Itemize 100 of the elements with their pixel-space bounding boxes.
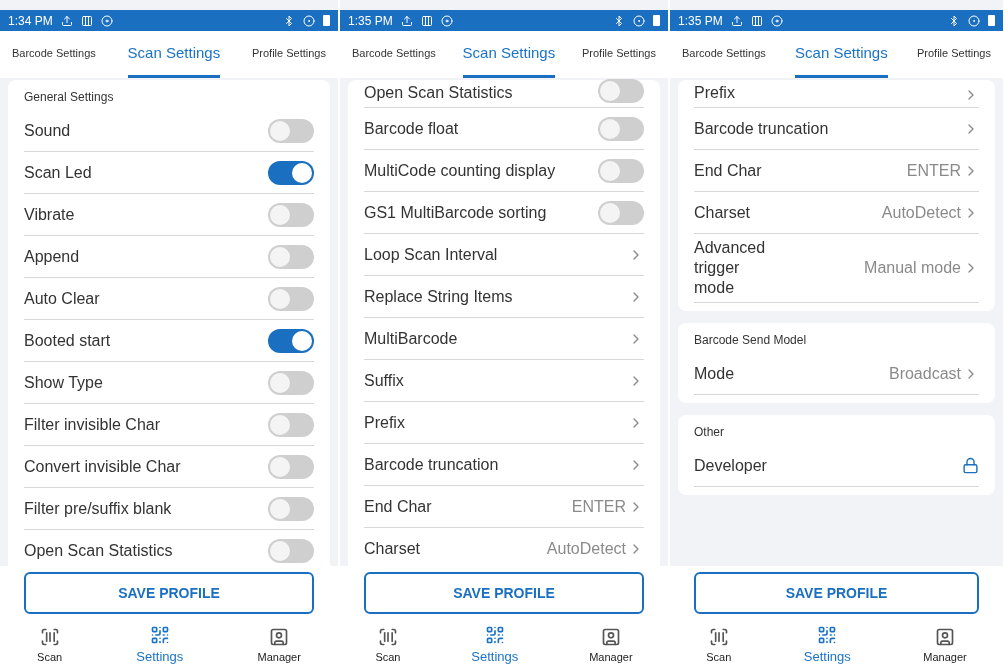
circle-dot-icon bbox=[968, 14, 980, 27]
nav-item[interactable]: Scan bbox=[37, 626, 63, 666]
row-label: End Char bbox=[364, 496, 432, 517]
settings-row[interactable]: Barcode truncation bbox=[694, 108, 979, 150]
row-label: Barcode float bbox=[364, 118, 459, 139]
settings-row[interactable]: Filter invisible Char bbox=[24, 404, 314, 446]
toggle-switch[interactable] bbox=[268, 496, 314, 521]
settings-row[interactable]: Prefix bbox=[694, 80, 979, 108]
row-label: Open Scan Statistics bbox=[24, 540, 173, 561]
toggle-switch[interactable] bbox=[598, 158, 644, 183]
toggle-switch[interactable] bbox=[268, 202, 314, 227]
settings-row[interactable]: Barcode float bbox=[364, 108, 644, 150]
nav-item[interactable]: Manager bbox=[589, 626, 633, 666]
settings-row[interactable]: Booted start bbox=[24, 320, 314, 362]
bluetooth-icon bbox=[613, 14, 625, 27]
toggle-switch[interactable] bbox=[268, 412, 314, 437]
tab[interactable]: Profile Settings bbox=[582, 31, 656, 78]
battery-icon bbox=[323, 15, 330, 26]
tab[interactable]: Profile Settings bbox=[252, 31, 326, 78]
nav-item[interactable]: Scan bbox=[706, 626, 732, 666]
toggle-switch[interactable] bbox=[598, 200, 644, 225]
toggle-switch[interactable] bbox=[268, 454, 314, 479]
nav-item[interactable]: Settings bbox=[471, 625, 519, 667]
save-profile-button[interactable]: SAVE PROFILE bbox=[694, 572, 979, 614]
row-label: GS1 MultiBarcode sorting bbox=[364, 202, 547, 223]
settings-row[interactable]: Developer bbox=[694, 445, 979, 487]
save-profile-button[interactable]: SAVE PROFILE bbox=[24, 572, 314, 614]
grid-icon bbox=[420, 14, 433, 27]
toggle-switch[interactable] bbox=[268, 118, 314, 143]
nav-item[interactable]: Manager bbox=[257, 626, 301, 666]
qr-code-icon bbox=[484, 625, 505, 646]
notification-icon bbox=[770, 14, 783, 27]
row-label: Booted start bbox=[24, 330, 111, 351]
nav-item[interactable]: Settings bbox=[136, 625, 184, 667]
settings-row[interactable]: Suffix bbox=[364, 360, 644, 402]
circle-dot-icon bbox=[633, 14, 645, 27]
toggle-switch[interactable] bbox=[598, 79, 644, 103]
battery-icon bbox=[988, 15, 995, 26]
qr-code-icon bbox=[149, 625, 170, 646]
row-value: AutoDetect bbox=[546, 538, 626, 559]
status-time: 1:35 PM bbox=[678, 12, 723, 30]
row-label: Charset bbox=[694, 202, 751, 223]
toggle-switch[interactable] bbox=[268, 286, 314, 311]
settings-row[interactable]: Vibrate bbox=[24, 194, 314, 236]
settings-row[interactable]: Barcode truncation bbox=[364, 444, 644, 486]
settings-row[interactable]: End Char ENTER bbox=[364, 486, 644, 528]
notification-icon bbox=[100, 14, 113, 27]
row-label: Scan Led bbox=[24, 162, 92, 183]
row-label: Replace String Items bbox=[364, 286, 513, 307]
row-value: ENTER bbox=[906, 160, 961, 181]
settings-row[interactable]: Scan Led bbox=[24, 152, 314, 194]
contact-card-icon bbox=[600, 626, 621, 647]
upload-icon bbox=[60, 14, 73, 27]
toggle-switch[interactable] bbox=[268, 244, 314, 269]
tab[interactable]: Barcode Settings bbox=[12, 31, 96, 78]
settings-row[interactable]: Sound bbox=[24, 110, 314, 152]
bluetooth-icon bbox=[948, 14, 960, 27]
settings-row[interactable]: Charset AutoDetect bbox=[694, 192, 979, 234]
settings-row[interactable]: Replace String Items bbox=[364, 276, 644, 318]
toggle-switch[interactable] bbox=[268, 328, 314, 353]
settings-row[interactable]: MultiCode counting display bbox=[364, 150, 644, 192]
nav-item[interactable]: Settings bbox=[803, 625, 851, 667]
row-label: Charset bbox=[364, 538, 421, 559]
settings-row[interactable]: Mode Broadcast bbox=[694, 353, 979, 395]
barcode-icon bbox=[708, 626, 729, 647]
section-title: Barcode Send Model bbox=[694, 332, 808, 349]
tab[interactable]: Barcode Settings bbox=[682, 31, 766, 78]
toggle-switch[interactable] bbox=[268, 160, 314, 185]
toggle-switch[interactable] bbox=[268, 538, 314, 563]
row-label: Loop Scan Interval bbox=[364, 244, 498, 265]
row-label: Barcode truncation bbox=[694, 118, 829, 139]
nav-item[interactable]: Scan bbox=[375, 626, 401, 666]
settings-row[interactable]: Open Scan Statistics bbox=[364, 80, 644, 108]
settings-row[interactable]: Auto Clear bbox=[24, 278, 314, 320]
settings-row[interactable]: Append bbox=[24, 236, 314, 278]
settings-row[interactable]: GS1 MultiBarcode sorting bbox=[364, 192, 644, 234]
tab[interactable]: Barcode Settings bbox=[352, 31, 436, 78]
row-label: Filter invisible Char bbox=[24, 414, 161, 435]
settings-row[interactable]: Filter pre/suffix blank bbox=[24, 488, 314, 530]
settings-row[interactable]: Loop Scan Interval bbox=[364, 234, 644, 276]
grid-icon bbox=[750, 14, 763, 27]
row-label: MultiBarcode bbox=[364, 328, 458, 349]
row-value: Manual mode bbox=[864, 258, 961, 278]
tab[interactable]: Profile Settings bbox=[917, 31, 991, 78]
row-label: Prefix bbox=[364, 412, 405, 433]
row-value: AutoDetect bbox=[881, 202, 961, 223]
save-profile-button[interactable]: SAVE PROFILE bbox=[364, 572, 644, 614]
toggle-switch[interactable] bbox=[268, 370, 314, 395]
toggle-switch[interactable] bbox=[598, 116, 644, 141]
settings-row[interactable]: Show Type bbox=[24, 362, 314, 404]
lock-icon bbox=[962, 457, 979, 474]
row-label: Open Scan Statistics bbox=[364, 83, 513, 103]
status-time: 1:35 PM bbox=[348, 12, 393, 30]
settings-row[interactable]: MultiBarcode bbox=[364, 318, 644, 360]
nav-item[interactable]: Manager bbox=[923, 626, 967, 666]
settings-row[interactable]: Convert invisible Char bbox=[24, 446, 314, 488]
settings-row[interactable]: Advanced trigger mode Manual mode bbox=[694, 234, 979, 303]
settings-row[interactable]: End Char ENTER bbox=[694, 150, 979, 192]
row-label: Developer bbox=[694, 455, 767, 476]
settings-row[interactable]: Prefix bbox=[364, 402, 644, 444]
